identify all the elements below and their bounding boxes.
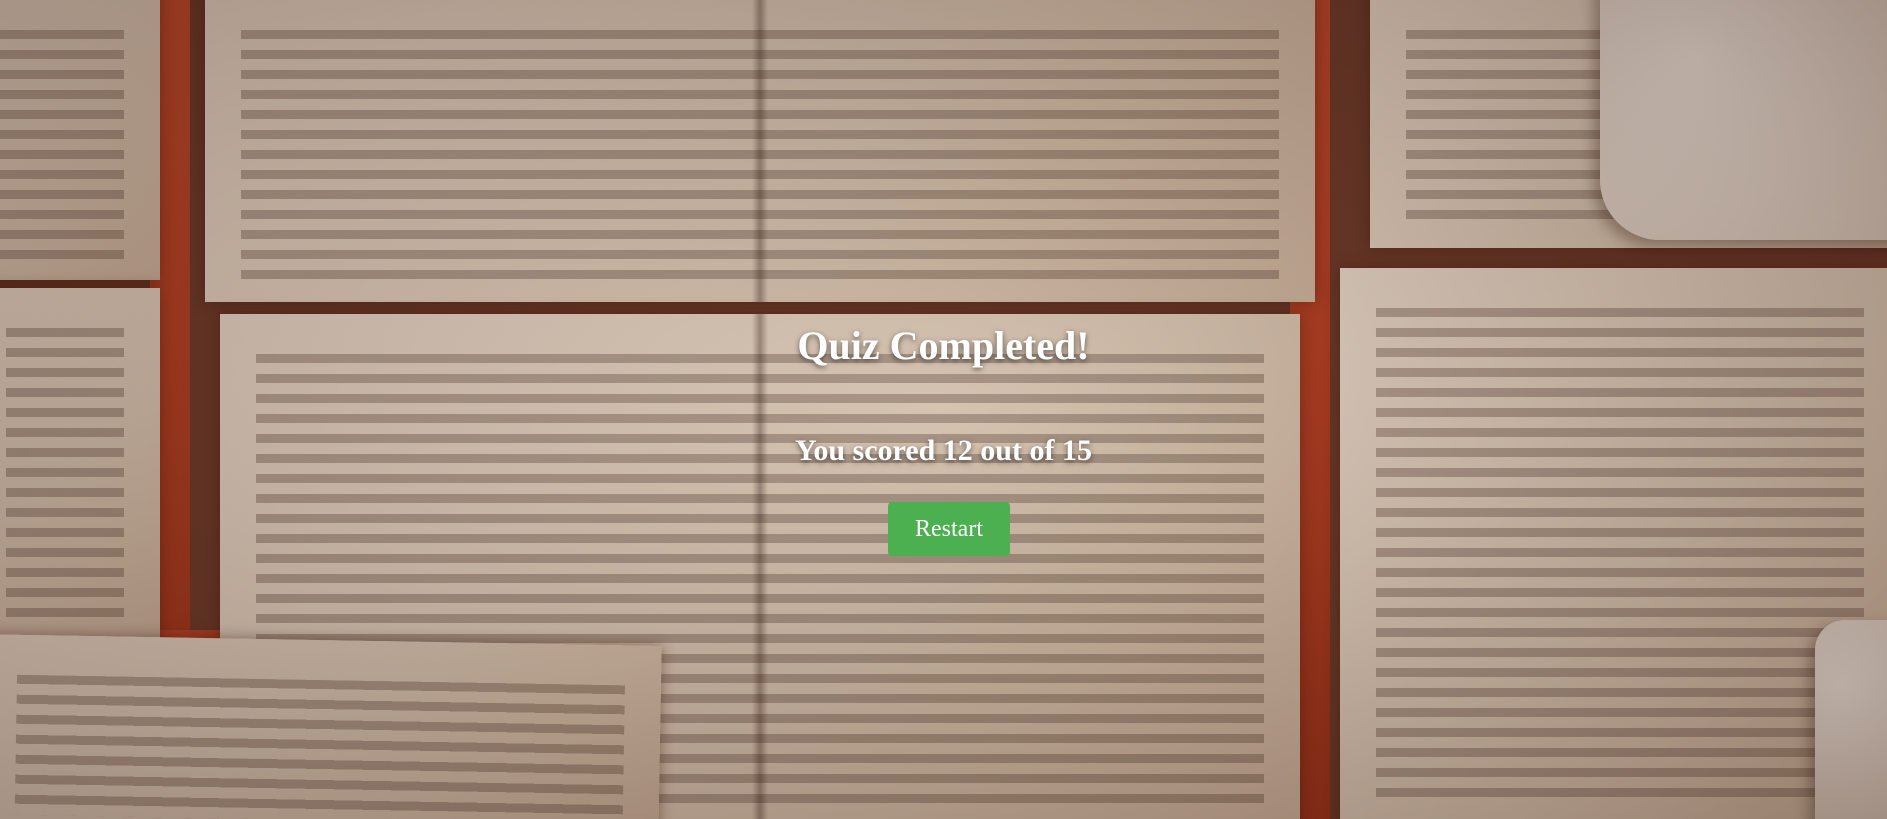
quiz-result-screen: Quiz Completed! You scored 12 out of 15 … [0, 0, 1887, 819]
vignette-overlay [0, 0, 1887, 819]
background-image [0, 0, 1887, 819]
restart-button[interactable]: Restart [888, 502, 1010, 556]
score-text: You scored 12 out of 15 [795, 434, 1092, 467]
result-title: Quiz Completed! [797, 323, 1090, 368]
